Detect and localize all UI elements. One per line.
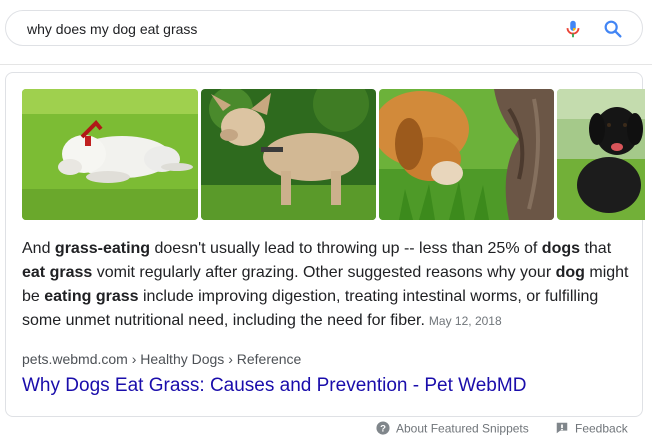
snippet-bold-term: grass-eating (54, 240, 151, 257)
about-label: About Featured Snippets (396, 421, 529, 436)
image-strip (22, 89, 645, 220)
snippet-date: May 12, 2018 (428, 314, 502, 328)
snippet-text: And grass-eating doesn't usually lead to… (22, 237, 632, 333)
feedback-label: Feedback (575, 421, 628, 436)
about-featured-snippets-link[interactable]: ? About Featured Snippets (376, 421, 529, 438)
help-circle-icon: ? (376, 421, 390, 438)
snippet-bold-term: eating grass (44, 288, 139, 305)
svg-text:?: ? (380, 424, 386, 435)
featured-snippet-card: And grass-eating doesn't usually lead to… (5, 72, 645, 417)
snippet-image-beagle[interactable] (379, 89, 554, 220)
search-bar[interactable]: why does my dog eat grass (5, 10, 643, 46)
snippet-image-black-dog[interactable] (557, 89, 645, 220)
snippet-text-run: And (22, 240, 55, 257)
header-divider (0, 64, 652, 65)
snippet-bold-term: dog (555, 264, 585, 281)
snippet-text-run: vomit regularly after grazing. Other sug… (92, 264, 556, 281)
feedback-link[interactable]: Feedback (555, 421, 628, 438)
snippet-bold-term: dogs (541, 240, 581, 257)
snippet-text-run: doesn't usually lead to throwing up -- l… (150, 240, 542, 257)
snippet-bold-term: eat grass (22, 264, 93, 281)
snippet-image-tan-dog[interactable] (201, 89, 376, 220)
microphone-icon[interactable] (562, 18, 584, 40)
snippet-text-run: that (580, 240, 612, 257)
search-query[interactable]: why does my dog eat grass (27, 21, 197, 37)
snippet-image-white-dog[interactable] (22, 89, 198, 220)
search-icon[interactable] (602, 18, 624, 40)
feedback-flag-icon (555, 421, 569, 438)
result-title-link[interactable]: Why Dogs Eat Grass: Causes and Preventio… (22, 375, 526, 397)
source-breadcrumb[interactable]: pets.webmd.com › Healthy Dogs › Referenc… (22, 351, 301, 367)
